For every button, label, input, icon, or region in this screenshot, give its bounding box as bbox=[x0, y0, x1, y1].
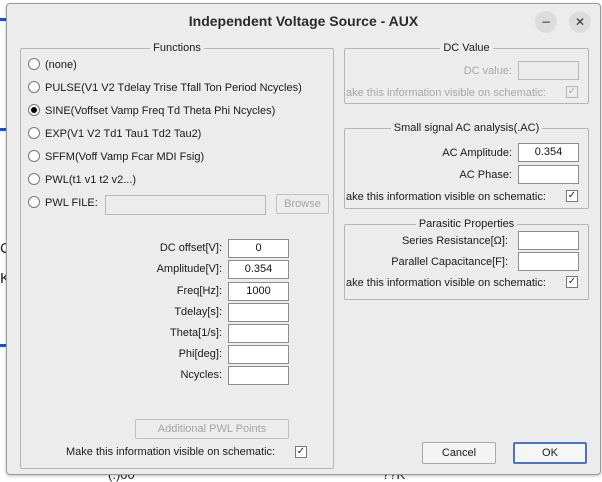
function-option-label: SFFM(Voff Vamp Fcar MDI Fsig) bbox=[45, 151, 205, 163]
ac-phase-input[interactable] bbox=[518, 165, 579, 184]
function-option-label: EXP(V1 V2 Td1 Tau1 Td2 Tau2) bbox=[45, 128, 202, 140]
function-option-label: SINE(Voffset Vamp Freq Td Theta Phi Ncyc… bbox=[45, 105, 276, 117]
function-radio[interactable] bbox=[28, 127, 40, 139]
param-input[interactable]: 1000 bbox=[228, 282, 289, 301]
function-option-label: (none) bbox=[45, 59, 77, 71]
ac-visible-label: ake this information visible on schemati… bbox=[346, 191, 546, 203]
param-label: Freq[Hz]: bbox=[176, 285, 222, 297]
dc-visible-label: ake this information visible on schemati… bbox=[346, 87, 546, 99]
function-option-label: PWL(t1 v1 t2 v2...) bbox=[45, 174, 137, 186]
parasitic-legend: Parasitic Properties bbox=[418, 218, 515, 230]
dc-value-legend: DC Value bbox=[443, 42, 490, 54]
additional-pwl-points-button[interactable]: Additional PWL Points bbox=[135, 419, 289, 439]
function-option-label: PULSE(V1 V2 Tdelay Trise Tfall Ton Perio… bbox=[45, 82, 302, 94]
parasitic-visible-label: ake this information visible on schemati… bbox=[346, 277, 546, 289]
close-button[interactable]: ✕ bbox=[569, 11, 591, 33]
ac-analysis-legend: Small signal AC analysis(.AC) bbox=[393, 122, 540, 134]
param-label: Ncycles: bbox=[180, 369, 222, 381]
param-input[interactable] bbox=[228, 366, 289, 385]
param-input[interactable] bbox=[228, 345, 289, 364]
ac-amplitude-label: AC Amplitude: bbox=[442, 147, 512, 159]
voltage-source-dialog: Independent Voltage Source - AUX − ✕ Fun… bbox=[6, 3, 601, 475]
function-radio[interactable] bbox=[28, 150, 40, 162]
series-resistance-label: Series Resistance[Ω]: bbox=[401, 235, 508, 247]
title-bar[interactable]: Independent Voltage Source - AUX − ✕ bbox=[7, 4, 600, 38]
param-input[interactable]: 0 bbox=[228, 239, 289, 258]
function-radio[interactable] bbox=[28, 58, 40, 70]
ok-button[interactable]: OK bbox=[513, 442, 587, 464]
functions-legend: Functions bbox=[153, 42, 201, 54]
dc-value-label: DC value: bbox=[463, 65, 512, 77]
parallel-capacitance-input[interactable] bbox=[518, 252, 579, 271]
param-input[interactable] bbox=[228, 303, 289, 322]
pwl-file-input[interactable] bbox=[105, 195, 266, 215]
functions-visible-checkbox[interactable]: ✓ bbox=[295, 446, 307, 458]
param-input[interactable] bbox=[228, 324, 289, 343]
param-label: Theta[1/s]: bbox=[170, 327, 222, 339]
param-label: Tdelay[s]: bbox=[174, 306, 222, 318]
function-radio[interactable] bbox=[28, 104, 40, 116]
dc-value-input[interactable] bbox=[518, 61, 579, 80]
param-input[interactable]: 0.354 bbox=[228, 260, 289, 279]
function-radio[interactable] bbox=[28, 81, 40, 93]
series-resistance-input[interactable] bbox=[518, 231, 579, 250]
ac-phase-label: AC Phase: bbox=[459, 169, 512, 181]
param-label: DC offset[V]: bbox=[159, 242, 222, 254]
param-label: Amplitude[V]: bbox=[156, 263, 222, 275]
function-radio[interactable] bbox=[28, 173, 40, 185]
browse-button[interactable]: Browse bbox=[276, 194, 329, 214]
functions-visible-label: Make this information visible on schemat… bbox=[66, 446, 276, 458]
function-radio[interactable] bbox=[28, 196, 40, 208]
minimize-button[interactable]: − bbox=[535, 11, 557, 33]
ac-visible-checkbox[interactable]: ✓ bbox=[566, 190, 578, 202]
param-label: Phi[deg]: bbox=[178, 348, 222, 360]
ac-amplitude-input[interactable]: 0.354 bbox=[518, 143, 579, 162]
dc-visible-checkbox[interactable]: ✓ bbox=[566, 86, 578, 98]
function-option-label: PWL FILE: bbox=[45, 197, 98, 209]
parallel-capacitance-label: Parallel Capacitance[F]: bbox=[391, 256, 508, 268]
cancel-button[interactable]: Cancel bbox=[422, 442, 496, 464]
parasitic-visible-checkbox[interactable]: ✓ bbox=[566, 276, 578, 288]
dialog-title: Independent Voltage Source - AUX bbox=[188, 13, 419, 29]
